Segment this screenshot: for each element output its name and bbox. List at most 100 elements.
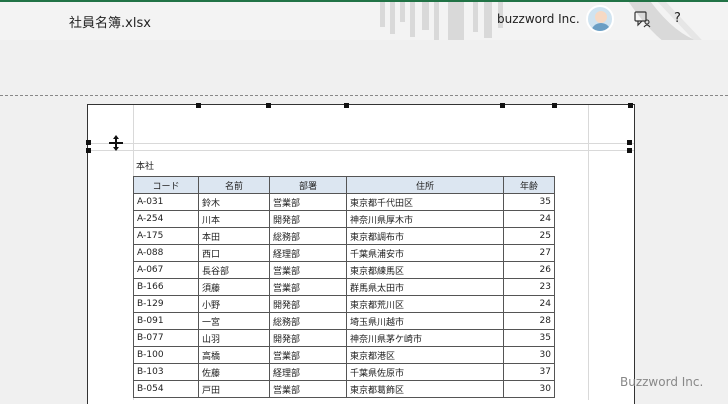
table-cell[interactable]: 山羽	[198, 329, 270, 347]
table-cell[interactable]: 営業部	[269, 380, 347, 398]
column-header-name[interactable]: 名前	[198, 176, 270, 194]
table-cell[interactable]: 開発部	[269, 295, 347, 313]
table-cell[interactable]: 千葉県佐原市	[346, 363, 504, 381]
column-header-address[interactable]: 住所	[346, 176, 504, 194]
table-cell[interactable]: 営業部	[269, 278, 347, 296]
margin-handle[interactable]	[628, 103, 633, 108]
table-row: B-091 一宮 総務部 埼玉県川越市 28	[133, 312, 555, 330]
margin-handle[interactable]	[552, 103, 557, 108]
table-cell[interactable]: 神奈川県茅ケ崎市	[346, 329, 504, 347]
table-cell[interactable]: 東京都練馬区	[346, 261, 504, 279]
table-cell[interactable]: 千葉県浦安市	[346, 244, 504, 262]
table-row: A-088 西口 経理部 千葉県浦安市 27	[133, 244, 555, 262]
table-row: A-254 川本 開発部 神奈川県厚木市 24	[133, 210, 555, 228]
table-row: B-077 山羽 開発部 神奈川県茅ケ崎市 35	[133, 329, 555, 347]
table-row: A-031 鈴木 営業部 東京都千代田区 35	[133, 193, 555, 211]
margin-line-header[interactable]	[88, 143, 634, 144]
avatar[interactable]	[586, 5, 614, 33]
table-row: B-054 戸田 営業部 東京都葛飾区 30	[133, 380, 555, 398]
column-header-code[interactable]: コード	[133, 176, 199, 194]
table-cell[interactable]: 総務部	[269, 227, 347, 245]
margin-handle[interactable]	[86, 148, 91, 153]
table-cell[interactable]: 26	[503, 261, 555, 279]
employee-table: コード 名前 部署 住所 年齢 A-031 鈴木 営業部 東京都千代田区 35 A-254…	[133, 176, 555, 398]
margin-line-top[interactable]	[88, 150, 634, 151]
title-bar: 社員名簿.xlsx buzzword Inc. ?	[0, 0, 728, 42]
table-cell[interactable]: 東京都港区	[346, 346, 504, 364]
column-header-age[interactable]: 年齢	[503, 176, 555, 194]
table-cell[interactable]: 東京都千代田区	[346, 193, 504, 211]
table-cell[interactable]: 高橋	[198, 346, 270, 364]
table-cell[interactable]: 西口	[198, 244, 270, 262]
ribbon-area	[0, 40, 728, 95]
table-cell[interactable]: A-088	[133, 244, 199, 262]
table-cell[interactable]: 長谷部	[198, 261, 270, 279]
table-cell[interactable]: 群馬県太田市	[346, 278, 504, 296]
table-cell[interactable]: 25	[503, 227, 555, 245]
margin-handle[interactable]	[500, 103, 505, 108]
table-cell[interactable]: A-031	[133, 193, 199, 211]
table-cell[interactable]: 本田	[198, 227, 270, 245]
margin-handle[interactable]	[344, 103, 349, 108]
column-header-department[interactable]: 部署	[269, 176, 347, 194]
table-cell[interactable]: A-067	[133, 261, 199, 279]
file-name: 社員名簿.xlsx	[69, 16, 151, 31]
table-cell[interactable]: 総務部	[269, 312, 347, 330]
margin-handle[interactable]	[266, 103, 271, 108]
table-cell[interactable]: 30	[503, 346, 555, 364]
table-cell[interactable]: B-129	[133, 295, 199, 313]
margin-handle[interactable]	[86, 140, 91, 145]
table-cell[interactable]: 鈴木	[198, 193, 270, 211]
share-icon[interactable]	[633, 10, 651, 28]
table-cell[interactable]: B-054	[133, 380, 199, 398]
table-cell[interactable]: 35	[503, 193, 555, 211]
help-icon[interactable]: ?	[674, 11, 681, 26]
table-cell[interactable]: B-166	[133, 278, 199, 296]
table-cell[interactable]: 開発部	[269, 210, 347, 228]
table-cell[interactable]: 37	[503, 363, 555, 381]
table-cell[interactable]: 神奈川県厚木市	[346, 210, 504, 228]
table-cell[interactable]: 27	[503, 244, 555, 262]
move-cursor-icon	[109, 135, 123, 151]
table-cell[interactable]: 24	[503, 295, 555, 313]
table-cell[interactable]: 営業部	[269, 346, 347, 364]
table-cell[interactable]: 開発部	[269, 329, 347, 347]
table-row: B-103 佐藤 経理部 千葉県佐原市 37	[133, 363, 555, 381]
table-row: A-067 長谷部 営業部 東京都練馬区 26	[133, 261, 555, 279]
table-cell[interactable]: 須藤	[198, 278, 270, 296]
sheet-title[interactable]: 本社	[136, 159, 154, 172]
table-cell[interactable]: 経理部	[269, 363, 347, 381]
table-cell[interactable]: 戸田	[198, 380, 270, 398]
avatar-face	[595, 11, 607, 23]
table-cell[interactable]: 営業部	[269, 193, 347, 211]
table-cell[interactable]: B-100	[133, 346, 199, 364]
table-cell[interactable]: 東京都葛飾区	[346, 380, 504, 398]
table-cell[interactable]: B-103	[133, 363, 199, 381]
watermark: Buzzword Inc.	[620, 375, 704, 389]
table-cell[interactable]: A-175	[133, 227, 199, 245]
table-cell[interactable]: 東京都調布市	[346, 227, 504, 245]
account-name[interactable]: buzzword Inc.	[497, 12, 580, 26]
table-cell[interactable]: 28	[503, 312, 555, 330]
margin-handle[interactable]	[627, 140, 632, 145]
table-cell[interactable]: 23	[503, 278, 555, 296]
table-cell[interactable]: 埼玉県川越市	[346, 312, 504, 330]
margin-handle[interactable]	[627, 148, 632, 153]
table-row: A-175 本田 総務部 東京都調布市 25	[133, 227, 555, 245]
table-row: B-100 高橋 営業部 東京都港区 30	[133, 346, 555, 364]
table-cell[interactable]: 川本	[198, 210, 270, 228]
table-cell[interactable]: 東京都荒川区	[346, 295, 504, 313]
table-cell[interactable]: 佐藤	[198, 363, 270, 381]
table-cell[interactable]: 小野	[198, 295, 270, 313]
table-cell[interactable]: 24	[503, 210, 555, 228]
table-cell[interactable]: 営業部	[269, 261, 347, 279]
table-header-row: コード 名前 部署 住所 年齢	[133, 176, 555, 194]
table-cell[interactable]: 経理部	[269, 244, 347, 262]
table-cell[interactable]: 一宮	[198, 312, 270, 330]
table-cell[interactable]: B-091	[133, 312, 199, 330]
table-cell[interactable]: A-254	[133, 210, 199, 228]
margin-handle[interactable]	[196, 103, 201, 108]
table-cell[interactable]: B-077	[133, 329, 199, 347]
table-cell[interactable]: 30	[503, 380, 555, 398]
table-cell[interactable]: 35	[503, 329, 555, 347]
